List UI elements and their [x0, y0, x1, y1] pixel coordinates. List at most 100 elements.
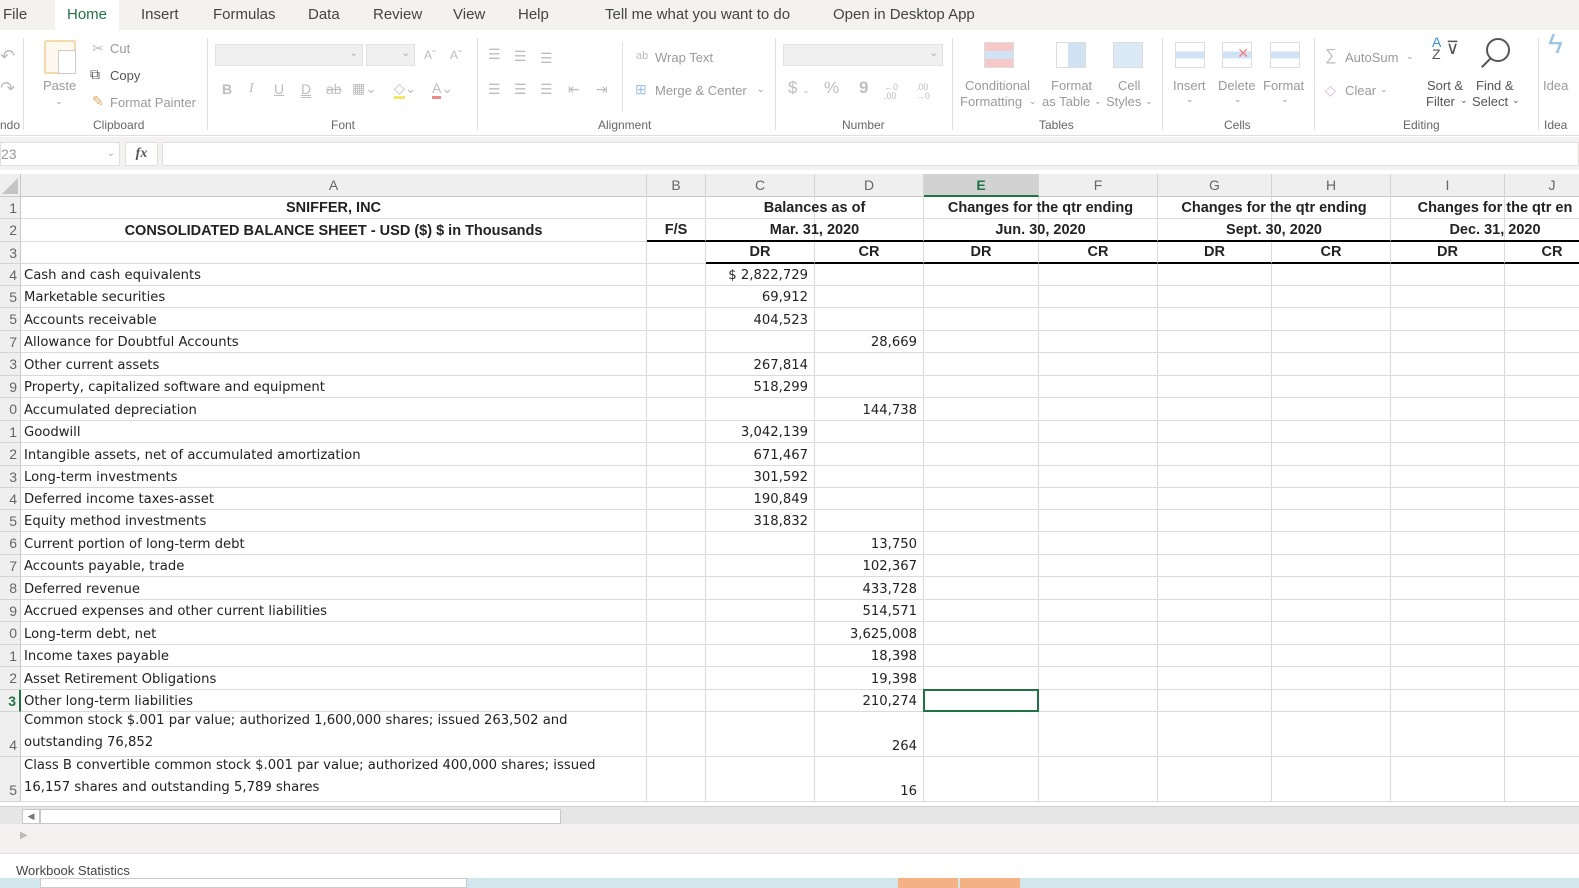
row-header[interactable]: 9	[0, 600, 21, 622]
cell[interactable]	[1505, 466, 1579, 488]
row-header[interactable]: 3	[0, 466, 21, 488]
debit-value[interactable]	[706, 600, 815, 622]
cell[interactable]	[924, 353, 1039, 376]
cell[interactable]	[647, 197, 706, 219]
tab-home[interactable]: Home	[55, 0, 120, 30]
increase-decimal-icon[interactable]: ←0.00	[884, 83, 898, 101]
credit-value[interactable]: 13,750	[815, 532, 924, 555]
row-header[interactable]: 5	[0, 510, 21, 532]
decrease-indent-icon[interactable]: ⇤	[568, 81, 580, 97]
conditional-formatting-dropdown-icon[interactable]: ⌄	[1029, 94, 1037, 109]
cell-styles-icon[interactable]	[1113, 42, 1143, 68]
debit-value[interactable]: 671,467	[706, 443, 815, 466]
cell[interactable]	[924, 308, 1039, 331]
insert-function-button[interactable]: fx	[125, 142, 158, 166]
cell[interactable]	[1272, 488, 1391, 510]
cell[interactable]	[1039, 308, 1158, 331]
cell[interactable]	[1505, 757, 1579, 802]
row-header[interactable]: 4	[0, 488, 21, 510]
cell[interactable]	[1158, 376, 1272, 398]
row-header[interactable]: 7	[0, 331, 21, 353]
conditional-formatting-label-1[interactable]: Conditional	[965, 78, 1030, 93]
cell[interactable]	[1039, 488, 1158, 510]
fs-header[interactable]: F/S	[647, 219, 706, 242]
cell[interactable]	[1039, 645, 1158, 667]
active-cell-selection[interactable]	[923, 689, 1039, 712]
cell[interactable]	[924, 443, 1039, 466]
cell[interactable]	[1505, 286, 1579, 308]
credit-value[interactable]	[815, 421, 924, 443]
cell[interactable]	[924, 622, 1039, 645]
format-cells-icon[interactable]	[1270, 42, 1300, 68]
clear-button[interactable]: Clear	[1345, 83, 1376, 98]
cell[interactable]	[1391, 443, 1505, 466]
cell[interactable]	[647, 308, 706, 331]
cell[interactable]	[647, 398, 706, 421]
cell[interactable]	[1505, 712, 1579, 757]
percent-button[interactable]: %	[824, 79, 839, 96]
debit-value[interactable]	[706, 690, 815, 712]
account-label[interactable]: Property, capitalized software and equip…	[21, 376, 647, 398]
cell[interactable]	[1039, 331, 1158, 353]
tab-insert[interactable]: Insert	[141, 0, 179, 30]
row-header[interactable]: 3	[0, 242, 21, 264]
debit-value[interactable]	[706, 532, 815, 555]
cell[interactable]	[1039, 466, 1158, 488]
sort-filter-dropdown-icon[interactable]: ⌄	[1460, 93, 1468, 108]
double-underline-icon[interactable]: D	[301, 81, 311, 97]
tab-file[interactable]: File	[3, 0, 27, 30]
cell[interactable]	[1391, 622, 1505, 645]
cell[interactable]	[1505, 421, 1579, 443]
cell[interactable]	[1039, 353, 1158, 376]
cell[interactable]	[1505, 645, 1579, 667]
delete-cells-icon[interactable]: ✕	[1222, 42, 1252, 68]
debit-value[interactable]: 518,299	[706, 376, 815, 398]
cell[interactable]	[1505, 555, 1579, 577]
cell[interactable]	[21, 242, 647, 264]
cell-styles-dropdown-icon[interactable]: ⌄	[1145, 94, 1153, 109]
cell[interactable]	[1505, 532, 1579, 555]
cell[interactable]	[1039, 421, 1158, 443]
account-label[interactable]: Income taxes payable	[21, 645, 647, 667]
debit-value[interactable]	[706, 622, 815, 645]
cell[interactable]	[924, 286, 1039, 308]
sheet-subtitle[interactable]: CONSOLIDATED BALANCE SHEET - USD ($) $ i…	[21, 219, 647, 242]
cr-header[interactable]: CR	[1039, 242, 1158, 264]
cell[interactable]	[1039, 667, 1158, 690]
credit-value[interactable]: 16	[815, 757, 924, 802]
format-as-table-dropdown-icon[interactable]: ⌄	[1094, 94, 1102, 109]
cell[interactable]	[647, 577, 706, 600]
cell[interactable]	[1391, 421, 1505, 443]
conditional-formatting-icon[interactable]	[984, 42, 1014, 68]
cell[interactable]	[647, 712, 706, 757]
credit-value[interactable]: 264	[815, 712, 924, 757]
format-as-table-label-2[interactable]: as Table	[1042, 94, 1090, 109]
cell[interactable]	[1505, 398, 1579, 421]
credit-value[interactable]	[815, 466, 924, 488]
debit-value[interactable]	[706, 577, 815, 600]
credit-value[interactable]: 514,571	[815, 600, 924, 622]
open-desktop-app[interactable]: Open in Desktop App	[833, 0, 975, 30]
decrease-decimal-icon[interactable]: .00 →0	[916, 83, 930, 101]
cell[interactable]	[647, 443, 706, 466]
align-top-icon[interactable]: ☰	[488, 46, 501, 62]
column-header-g[interactable]: G	[1158, 174, 1272, 197]
cell[interactable]	[1039, 443, 1158, 466]
horizontal-scrollbar[interactable]: ◀	[0, 806, 1579, 824]
cell[interactable]	[924, 757, 1039, 802]
cell[interactable]	[1391, 690, 1505, 712]
debit-value[interactable]: $ 2,822,729	[706, 264, 815, 286]
debit-value[interactable]: 318,832	[706, 510, 815, 532]
row-header[interactable]: 5	[0, 286, 21, 308]
cell[interactable]	[1158, 690, 1272, 712]
find-select-label-2[interactable]: Select	[1472, 94, 1508, 109]
cell[interactable]	[1272, 331, 1391, 353]
row-header[interactable]: 4	[0, 712, 21, 757]
debit-value[interactable]: 301,592	[706, 466, 815, 488]
underline-icon[interactable]: U	[274, 81, 284, 97]
cell[interactable]	[1039, 264, 1158, 286]
paste-dropdown-icon[interactable]: ⌄	[55, 94, 63, 109]
cell[interactable]	[1505, 353, 1579, 376]
row-header[interactable]: 1	[0, 645, 21, 667]
account-label[interactable]: Goodwill	[21, 421, 647, 443]
